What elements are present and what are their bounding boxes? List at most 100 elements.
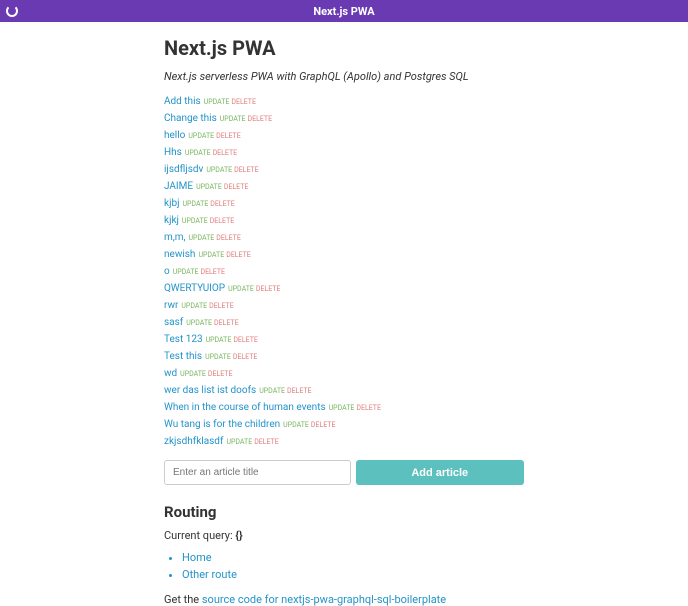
article-row: ijsdfljsdvUPDATEDELETE <box>164 161 524 178</box>
loading-spinner-icon <box>6 5 18 17</box>
article-row: kjkjUPDATEDELETE <box>164 212 524 229</box>
article-link[interactable]: sasf <box>164 317 183 328</box>
article-link[interactable]: JAIME <box>164 181 193 192</box>
article-link[interactable]: QWERTYUIOP <box>164 283 225 294</box>
article-link[interactable]: Wu tang is for the children <box>164 419 280 430</box>
source-link[interactable]: source code for nextjs-pwa-graphql-sql-b… <box>202 593 446 606</box>
article-row: Change thisUPDATEDELETE <box>164 110 524 127</box>
main-content: Next.js PWA Next.js serverless PWA with … <box>164 22 524 606</box>
article-link[interactable]: kjbj <box>164 198 179 209</box>
update-action[interactable]: UPDATE <box>182 217 208 225</box>
delete-action[interactable]: DELETE <box>356 404 381 412</box>
delete-action[interactable]: DELETE <box>234 166 259 174</box>
article-row: kjbjUPDATEDELETE <box>164 195 524 212</box>
update-action[interactable]: UPDATE <box>188 234 214 242</box>
update-action[interactable]: UPDATE <box>182 200 208 208</box>
delete-action[interactable]: DELETE <box>231 98 256 106</box>
update-action[interactable]: UPDATE <box>181 302 207 310</box>
update-action[interactable]: UPDATE <box>186 319 212 327</box>
delete-action[interactable]: DELETE <box>208 370 233 378</box>
article-link[interactable]: zkjsdhfklasdf <box>164 436 223 447</box>
article-row: Wu tang is for the childrenUPDATEDELETE <box>164 416 524 433</box>
update-action[interactable]: UPDATE <box>226 438 252 446</box>
delete-action[interactable]: DELETE <box>287 387 312 395</box>
article-link[interactable]: rwr <box>164 300 178 311</box>
article-title-input[interactable] <box>164 460 351 485</box>
update-action[interactable]: UPDATE <box>206 166 232 174</box>
article-link[interactable]: Add this <box>164 96 201 107</box>
article-link[interactable]: Test 123 <box>164 334 203 345</box>
update-action[interactable]: UPDATE <box>198 251 224 259</box>
delete-action[interactable]: DELETE <box>210 217 235 225</box>
article-link[interactable]: kjkj <box>164 215 179 226</box>
delete-action[interactable]: DELETE <box>200 268 225 276</box>
delete-action[interactable]: DELETE <box>233 336 258 344</box>
article-row: oUPDATEDELETE <box>164 263 524 280</box>
update-action[interactable]: UPDATE <box>259 387 285 395</box>
update-action[interactable]: UPDATE <box>220 115 246 123</box>
delete-action[interactable]: DELETE <box>216 132 241 140</box>
article-link[interactable]: wd <box>164 368 177 379</box>
route-item: Other route <box>182 567 524 584</box>
article-link[interactable]: ijsdfljsdv <box>164 164 203 175</box>
delete-action[interactable]: DELETE <box>233 353 258 361</box>
route-link[interactable]: Home <box>182 551 212 564</box>
page-subtitle: Next.js serverless PWA with GraphQL (Apo… <box>164 70 524 83</box>
article-row: newishUPDATEDELETE <box>164 246 524 263</box>
routing-heading: Routing <box>164 503 524 521</box>
delete-action[interactable]: DELETE <box>311 421 336 429</box>
update-action[interactable]: UPDATE <box>185 149 211 157</box>
delete-action[interactable]: DELETE <box>256 285 281 293</box>
update-action[interactable]: UPDATE <box>196 183 222 191</box>
update-action[interactable]: UPDATE <box>283 421 309 429</box>
update-action[interactable]: UPDATE <box>329 404 355 412</box>
article-link[interactable]: wer das list ist doofs <box>164 385 256 396</box>
delete-action[interactable]: DELETE <box>210 200 235 208</box>
update-action[interactable]: UPDATE <box>173 268 199 276</box>
source-line: Get the source code for nextjs-pwa-graph… <box>164 593 524 606</box>
article-row: QWERTYUIOPUPDATEDELETE <box>164 280 524 297</box>
delete-action[interactable]: DELETE <box>254 438 279 446</box>
query-label: Current query: <box>164 529 235 542</box>
article-row: Add thisUPDATEDELETE <box>164 93 524 110</box>
article-row: zkjsdhfklasdfUPDATEDELETE <box>164 433 524 450</box>
update-action[interactable]: UPDATE <box>188 132 214 140</box>
delete-action[interactable]: DELETE <box>224 183 249 191</box>
source-prefix: Get the <box>164 593 202 606</box>
article-row: sasfUPDATEDELETE <box>164 314 524 331</box>
update-action[interactable]: UPDATE <box>228 285 254 293</box>
delete-action[interactable]: DELETE <box>226 251 251 259</box>
article-row: m,m,UPDATEDELETE <box>164 229 524 246</box>
header-title: Next.js PWA <box>313 5 374 18</box>
delete-action[interactable]: DELETE <box>213 149 238 157</box>
route-link[interactable]: Other route <box>182 568 237 581</box>
article-row: When in the course of human eventsUPDATE… <box>164 399 524 416</box>
route-links: Home Other route <box>164 550 524 583</box>
article-row: Test thisUPDATEDELETE <box>164 348 524 365</box>
update-action[interactable]: UPDATE <box>180 370 206 378</box>
delete-action[interactable]: DELETE <box>209 302 234 310</box>
current-query: Current query: {} <box>164 529 524 542</box>
app-header: Next.js PWA <box>0 0 688 22</box>
article-row: helloUPDATEDELETE <box>164 127 524 144</box>
article-link[interactable]: o <box>164 266 170 277</box>
add-article-button[interactable]: Add article <box>356 460 525 485</box>
article-link[interactable]: Test this <box>164 351 202 362</box>
delete-action[interactable]: DELETE <box>248 115 273 123</box>
route-item: Home <box>182 550 524 567</box>
article-link[interactable]: Change this <box>164 113 217 124</box>
delete-action[interactable]: DELETE <box>216 234 241 242</box>
page-title: Next.js PWA <box>164 36 524 60</box>
article-link[interactable]: hello <box>164 130 185 141</box>
article-link[interactable]: When in the course of human events <box>164 402 326 413</box>
article-row: wer das list ist doofsUPDATEDELETE <box>164 382 524 399</box>
article-link[interactable]: newish <box>164 249 195 260</box>
update-action[interactable]: UPDATE <box>205 353 231 361</box>
update-action[interactable]: UPDATE <box>204 98 230 106</box>
article-row: wdUPDATEDELETE <box>164 365 524 382</box>
article-link[interactable]: Hhs <box>164 147 182 158</box>
update-action[interactable]: UPDATE <box>206 336 232 344</box>
article-list: Add thisUPDATEDELETEChange thisUPDATEDEL… <box>164 93 524 450</box>
article-link[interactable]: m,m, <box>164 232 185 243</box>
delete-action[interactable]: DELETE <box>214 319 239 327</box>
